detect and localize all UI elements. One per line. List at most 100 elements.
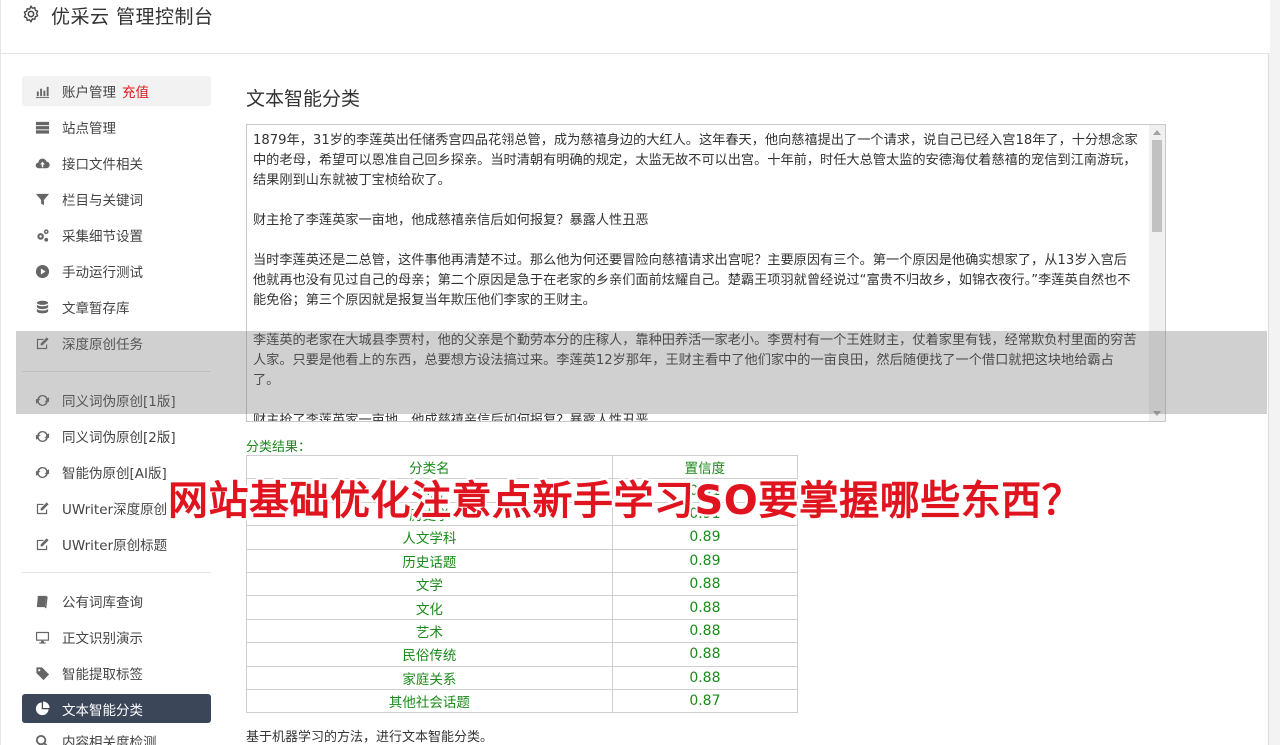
sidebar-item[interactable]: 公有词库查询 bbox=[22, 583, 211, 619]
sidebar-item[interactable]: UWriter原创标题 bbox=[22, 526, 211, 562]
sidebar-divider bbox=[22, 572, 211, 573]
text-paragraph: 财主抢了李莲英家一亩地，他成慈禧亲信后如何报复？暴露人性丑恶 bbox=[253, 213, 649, 228]
table-row: 文学 0.88 bbox=[246, 571, 799, 597]
page-title: 文本智能分类 bbox=[246, 88, 361, 110]
edit-icon bbox=[34, 335, 51, 352]
confidence-cell: 0.88 bbox=[611, 571, 799, 597]
text-paragraph: 李莲英的老家在大城县李贾村，他的父亲是个勤劳本分的庄稼人，靠种田养活一家老小。李… bbox=[253, 333, 1137, 388]
app-frame: 优采云 管理控制台 账户管理 充值站点管理接口文件相关 栏目与关键词 采集细节设置 手动… bbox=[0, 0, 1270, 745]
sidebar-item-label: 文本智能分类 bbox=[62, 702, 143, 719]
table-row: 文化 0.88 bbox=[246, 595, 799, 620]
sidebar-item-label: 深度原创任务 bbox=[62, 337, 143, 353]
book-icon bbox=[34, 593, 51, 610]
play-circle-icon bbox=[34, 263, 51, 280]
cogs-icon bbox=[34, 227, 51, 244]
sidebar-item[interactable]: 同义词伪原创[1版] bbox=[22, 382, 211, 418]
sidebar-item[interactable]: 站点管理 bbox=[22, 109, 211, 145]
edit-icon bbox=[34, 500, 51, 517]
sidebar-item-label: UWriter深度原创 bbox=[62, 502, 168, 518]
category-cell: 文学 bbox=[246, 571, 613, 597]
sidebar-item-label: 内容相关度检测 bbox=[62, 735, 157, 745]
category-cell: 人文学科 bbox=[246, 525, 613, 550]
refresh-icon bbox=[34, 392, 51, 409]
sidebar-item[interactable]: 正文识别演示 bbox=[22, 619, 211, 655]
sidebar-item-label: 接口文件相关 bbox=[62, 157, 143, 173]
confidence-cell: 0.87 bbox=[611, 688, 799, 714]
category-cell: 历史话题 bbox=[246, 548, 613, 573]
sidebar-item-label: 同义词伪原创[2版] bbox=[62, 430, 176, 446]
scroll-down-icon[interactable] bbox=[1153, 411, 1161, 416]
confidence-cell: 0.88 bbox=[611, 665, 799, 690]
app-header: 优采云 管理控制台 bbox=[1, 0, 1270, 54]
confidence-cell: 0.89 bbox=[611, 548, 799, 573]
confidence-cell: 0.88 bbox=[611, 618, 799, 644]
sidebar-item[interactable]: 文章暂存库 bbox=[22, 289, 211, 325]
server-icon bbox=[34, 119, 51, 136]
bar-chart-icon bbox=[34, 83, 51, 100]
sidebar-divider bbox=[22, 371, 211, 372]
scroll-up-icon[interactable] bbox=[1153, 130, 1161, 135]
edit-icon bbox=[34, 536, 51, 553]
sidebar-item-label: 栏目与关键词 bbox=[62, 193, 143, 209]
refresh-icon bbox=[34, 428, 51, 445]
sidebar-item-label: 站点管理 bbox=[62, 121, 116, 137]
table-row: 家庭关系 0.88 bbox=[246, 665, 799, 690]
sidebar-item[interactable]: 接口文件相关 bbox=[22, 145, 211, 181]
table-row: 人文学科 0.89 bbox=[246, 525, 799, 550]
text-paragraph: 财主抢了李莲英家一亩地，他成慈禧亲信后如何报复？暴露人性丑恶 bbox=[253, 413, 649, 422]
confidence-cell: 0.88 bbox=[611, 642, 799, 667]
sidebar-item[interactable]: 深度原创任务 bbox=[22, 325, 211, 361]
confidence-cell: 0.89 bbox=[611, 525, 799, 550]
sidebar: 账户管理 充值站点管理接口文件相关 栏目与关键词 采集细节设置 手动运行测试 文章暂存库深… bbox=[22, 76, 211, 745]
app-title: 优采云 管理控制台 bbox=[51, 6, 214, 28]
category-cell: 家庭关系 bbox=[246, 665, 613, 690]
sidebar-item-label: 智能伪原创[AI版] bbox=[62, 466, 167, 482]
pie-chart-icon bbox=[34, 700, 51, 717]
table-row: 民俗传统 0.88 bbox=[246, 642, 799, 667]
sidebar-item[interactable]: 智能提取标签 bbox=[22, 655, 211, 691]
sidebar-item-label: 正文识别演示 bbox=[62, 631, 143, 647]
sidebar-item-label: 采集细节设置 bbox=[62, 229, 143, 245]
sidebar-item-label: 手动运行测试 bbox=[62, 265, 143, 281]
sidebar-item[interactable]: 手动运行测试 bbox=[22, 253, 211, 289]
category-cell: 艺术 bbox=[246, 618, 613, 644]
text-paragraph: 1879年，31岁的李莲英出任储秀宫四品花翎总管，成为慈禧身边的大红人。这年春天… bbox=[253, 133, 1138, 188]
result-label: 分类结果： bbox=[246, 440, 312, 455]
sidebar-item-label: UWriter原创标题 bbox=[62, 538, 168, 554]
sidebar-item-label: 公有词库查询 bbox=[62, 595, 143, 611]
overlay-banner: 网站基础优化注意点新手学习SO要掌握哪些东西？ bbox=[168, 478, 1083, 524]
sidebar-item[interactable]: 账户管理 充值 bbox=[22, 76, 211, 106]
cloud-upload-icon bbox=[34, 155, 51, 172]
database-icon bbox=[34, 299, 51, 316]
text-paragraph: 当时李莲英还是二总管，这件事他再清楚不过。那么他为何还要冒险向慈禧请求出宫呢？主… bbox=[253, 253, 1131, 308]
sidebar-item-label: 文章暂存库 bbox=[62, 301, 130, 317]
sidebar-item-label: 账户管理 bbox=[62, 85, 116, 101]
footnote: 基于机器学习的方法，进行文本智能分类。 bbox=[246, 730, 494, 745]
gear-icon[interactable] bbox=[21, 4, 41, 24]
text-content: 1879年，31岁的李莲英出任储秀宫四品花翎总管，成为慈禧身边的大红人。这年春天… bbox=[253, 131, 1139, 422]
sidebar-item-label: 智能提取标签 bbox=[62, 667, 143, 683]
search-icon bbox=[34, 733, 51, 745]
filter-icon bbox=[34, 191, 51, 208]
text-input-area[interactable]: 1879年，31岁的李莲英出任储秀宫四品花翎总管，成为慈禧身边的大红人。这年春天… bbox=[246, 124, 1166, 422]
category-cell: 文化 bbox=[246, 595, 613, 620]
sidebar-item[interactable]: 文本智能分类 bbox=[22, 694, 211, 723]
refresh-icon bbox=[34, 464, 51, 481]
category-cell: 民俗传统 bbox=[246, 642, 613, 667]
sidebar-item[interactable]: 同义词伪原创[2版] bbox=[22, 418, 211, 454]
recharge-link[interactable]: 充值 bbox=[122, 81, 149, 101]
sidebar-item[interactable]: 采集细节设置 bbox=[22, 217, 211, 253]
table-row: 其他社会话题 0.87 bbox=[246, 688, 799, 714]
category-cell: 其他社会话题 bbox=[246, 688, 613, 714]
main-content: 文本智能分类 1879年，31岁的李莲英出任储秀宫四品花翎总管，成为慈禧身边的大… bbox=[246, 80, 1166, 422]
confidence-cell: 0.88 bbox=[611, 595, 799, 620]
tag-icon bbox=[34, 665, 51, 682]
table-row: 历史话题 0.89 bbox=[246, 548, 799, 573]
table-row: 艺术 0.88 bbox=[246, 618, 799, 644]
monitor-icon bbox=[34, 629, 51, 646]
scrollbar[interactable] bbox=[1149, 125, 1165, 421]
scroll-thumb[interactable] bbox=[1152, 140, 1162, 232]
sidebar-item[interactable]: 内容相关度检测 bbox=[22, 723, 211, 745]
sidebar-item-label: 同义词伪原创[1版] bbox=[62, 394, 176, 410]
sidebar-item[interactable]: 栏目与关键词 bbox=[22, 181, 211, 217]
